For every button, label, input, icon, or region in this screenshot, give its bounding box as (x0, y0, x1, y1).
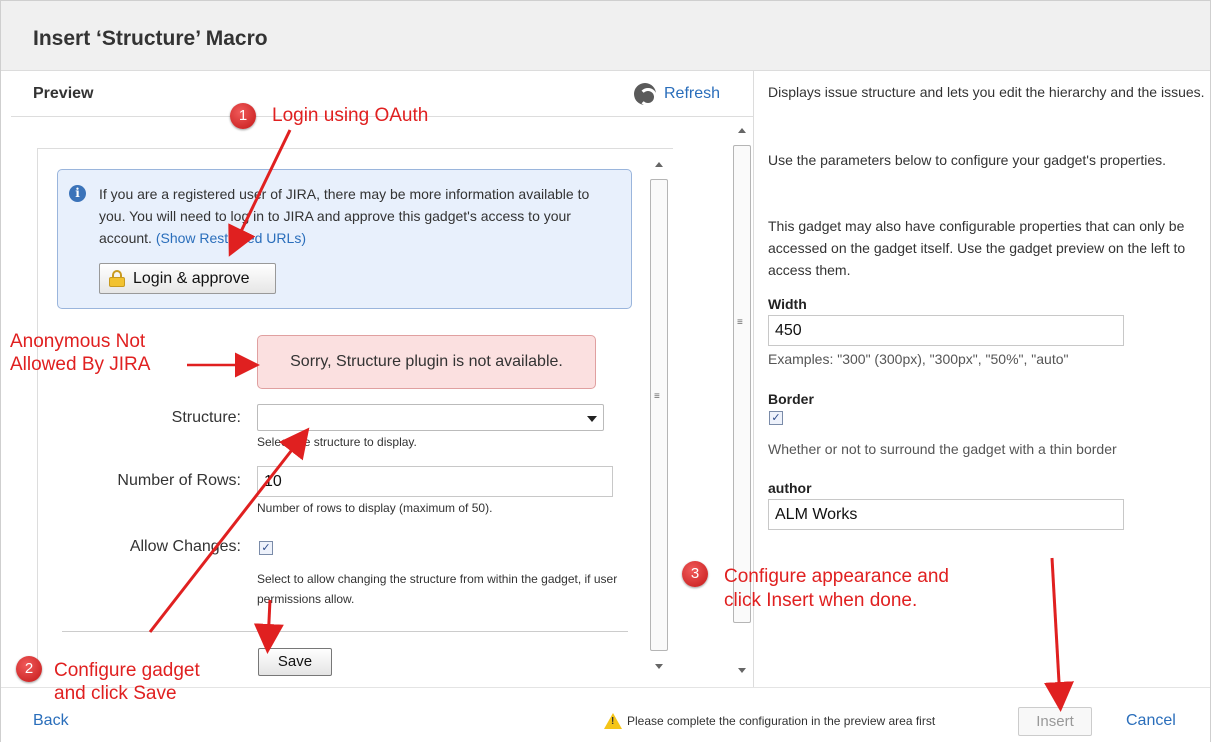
annotation-badge-1: 1 (230, 103, 256, 129)
scroll-up-icon[interactable] (738, 128, 746, 133)
rows-help: Number of rows to display (maximum of 50… (257, 501, 493, 515)
gadget-scroll-down-icon[interactable] (655, 664, 663, 669)
form-divider (62, 631, 628, 632)
rows-label: Number of Rows: (117, 472, 241, 489)
structure-select[interactable] (257, 404, 604, 431)
dialog-title: Insert ‘Structure’ Macro (33, 27, 268, 50)
gadget-scroll-up-icon[interactable] (655, 162, 663, 167)
scroll-grip-icon: ≡ (737, 317, 743, 328)
info-icon: i (69, 185, 86, 202)
border-label: Border (768, 391, 814, 407)
lock-icon (109, 270, 125, 287)
rows-input[interactable] (257, 466, 613, 497)
width-input[interactable] (768, 315, 1124, 346)
gadget-scroll-thumb[interactable] (650, 179, 668, 651)
oauth-info-text: If you are a registered user of JIRA, th… (99, 183, 614, 249)
gadget-scroll-grip-icon: ≡ (654, 391, 660, 402)
structure-help: Select the structure to display. (257, 435, 417, 449)
description-text: Displays issue structure and lets you ed… (768, 84, 1205, 100)
insert-macro-dialog: Insert ‘Structure’ Macro Preview Refresh… (0, 0, 1211, 742)
chevron-down-icon (587, 416, 597, 422)
back-link[interactable]: Back (33, 712, 69, 730)
annotation-text-3a: Configure appearance and (724, 566, 950, 587)
annotation-anon-line1: Anonymous Not (10, 331, 146, 352)
scroll-thumb[interactable] (733, 145, 751, 623)
annotation-badge-2: 2 (16, 656, 42, 682)
refresh-label: Refresh (664, 85, 721, 102)
annotation-text-1: Login using OAuth (272, 105, 429, 126)
annotation-text-3b: click Insert when done. (724, 590, 918, 611)
border-help: Whether or not to surround the gadget wi… (768, 441, 1117, 457)
annotation-text-2b: and click Save (54, 683, 177, 704)
properties-note: This gadget may also have configurable p… (768, 218, 1186, 278)
error-message: Sorry, Structure plugin is not available… (257, 335, 596, 389)
preview-title: Preview (33, 85, 94, 102)
gadget-scrollbar[interactable]: ≡ (649, 153, 669, 675)
border-checkbox[interactable]: ✓ (769, 411, 783, 425)
scroll-down-icon[interactable] (738, 668, 746, 673)
save-button[interactable]: Save (258, 648, 332, 676)
structure-label: Structure: (171, 409, 241, 426)
refresh-icon (634, 83, 657, 106)
width-label: Width (768, 296, 807, 312)
refresh-button[interactable]: Refresh (634, 83, 721, 106)
warning-text: Please complete the configuration in the… (627, 714, 936, 728)
author-label: author (768, 480, 812, 496)
show-restricted-urls-link[interactable]: (Show Restricted URLs) (156, 230, 306, 246)
allow-changes-label: Allow Changes: (129, 538, 241, 555)
warning-icon: ! (604, 713, 622, 729)
login-approve-label: Login & approve (133, 269, 250, 287)
parameters-text: Use the parameters below to configure yo… (768, 152, 1167, 168)
allow-changes-help: Select to allow changing the structure f… (257, 572, 618, 606)
annotation-anon-line2: Allowed By JIRA (10, 354, 151, 375)
author-input[interactable] (768, 499, 1124, 530)
insert-button[interactable]: Insert (1018, 707, 1092, 736)
annotation-badge-3: 3 (682, 561, 708, 587)
cancel-link[interactable]: Cancel (1126, 712, 1176, 730)
width-help: Examples: "300" (300px), "300px", "50%",… (768, 351, 1069, 367)
annotation-text-2a: Configure gadget (54, 660, 200, 681)
login-approve-button[interactable]: Login & approve (99, 263, 276, 294)
allow-changes-checkbox[interactable]: ✓ (259, 541, 273, 555)
dialog-header: Insert ‘Structure’ Macro (1, 1, 1210, 71)
